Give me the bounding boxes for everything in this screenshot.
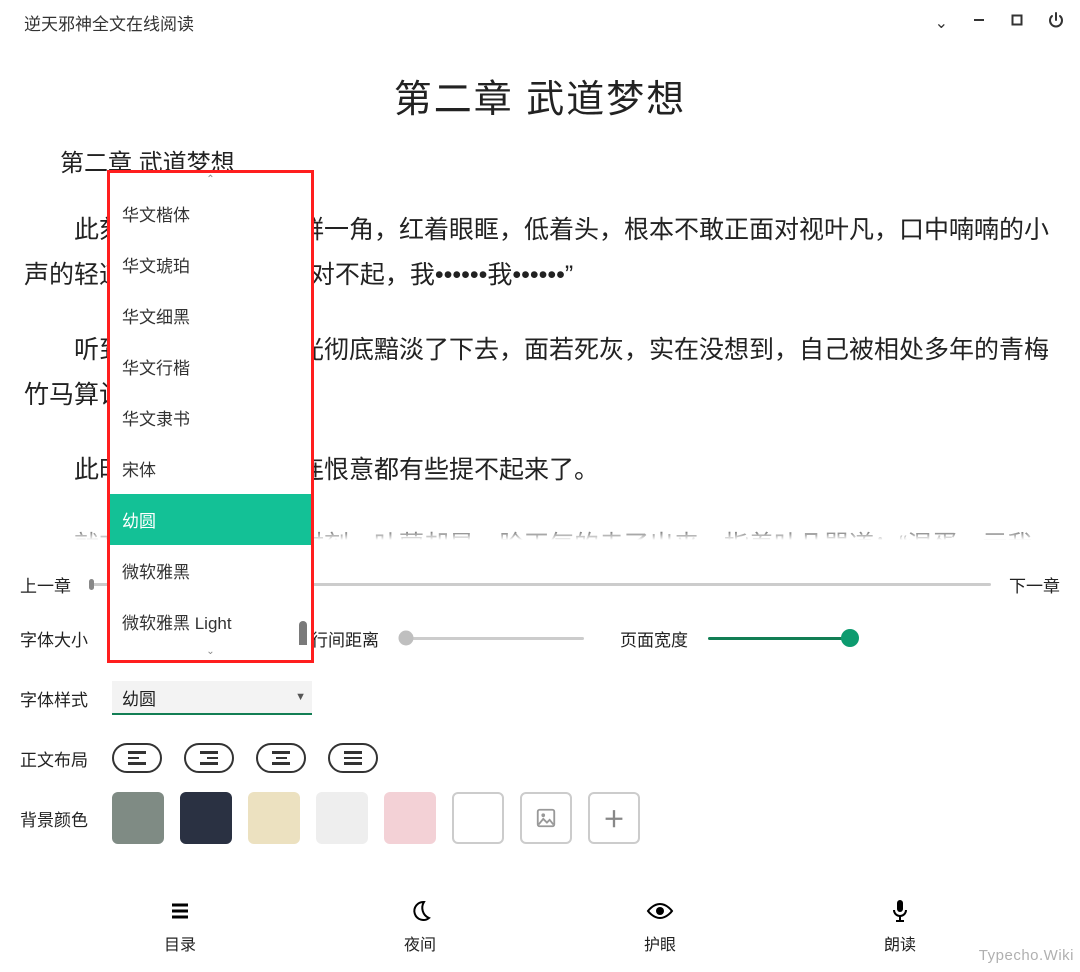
minimize-icon[interactable] (972, 13, 986, 32)
bg-swatch-3[interactable] (248, 792, 300, 844)
pagewidth-slider[interactable] (708, 637, 850, 640)
fontsize-label: 字体大小 (20, 626, 112, 651)
layout-align-justify[interactable] (328, 743, 378, 773)
bottom-tabs: 目录 夜间 护眼 朗读 (0, 886, 1080, 972)
font-option[interactable]: 华文细黑 (110, 290, 311, 341)
bg-swatch-add[interactable]: ＋ (588, 792, 640, 844)
font-select[interactable]: 幼圆 ▼ (112, 681, 312, 715)
window-controls: ⌄ (935, 11, 1064, 33)
layout-label: 正文布局 (20, 746, 112, 771)
bg-swatch-image[interactable] (520, 792, 572, 844)
titlebar: 逆天邪神全文在线阅读 ⌄ (0, 0, 1080, 44)
maximize-icon[interactable] (1010, 13, 1024, 32)
font-option-selected[interactable]: 幼圆 (110, 494, 311, 545)
tab-label: 护眼 (644, 931, 676, 955)
font-option[interactable]: 微软雅黑 (110, 545, 311, 596)
window-title: 逆天邪神全文在线阅读 (24, 10, 194, 35)
font-option[interactable]: 华文琥珀 (110, 239, 311, 290)
bg-swatch-2[interactable] (180, 792, 232, 844)
tab-night[interactable]: 夜间 (300, 886, 540, 966)
prev-chapter-button[interactable]: 上一章 (20, 572, 71, 597)
layout-align-right[interactable] (184, 743, 234, 773)
bg-swatch-6[interactable] (452, 792, 504, 844)
tab-toc[interactable]: 目录 (60, 886, 300, 966)
bg-swatch-4[interactable] (316, 792, 368, 844)
layout-align-center[interactable] (256, 743, 306, 773)
tab-label: 夜间 (404, 931, 436, 955)
dropdown-icon[interactable]: ⌄ (935, 11, 948, 33)
chapter-title: 第二章 武道梦想 (24, 68, 1056, 123)
font-option[interactable]: 微软雅黑 Light (110, 596, 311, 645)
linespace-label: 行间距离 (311, 626, 399, 651)
dropdown-list: 华文楷体 华文琥珀 华文细黑 华文行楷 华文隶书 宋体 幼圆 微软雅黑 微软雅黑… (110, 188, 311, 645)
tab-label: 目录 (164, 931, 196, 955)
bgcolor-label: 背景颜色 (20, 806, 112, 831)
mic-icon (888, 897, 912, 925)
bg-swatch-1[interactable] (112, 792, 164, 844)
next-chapter-button[interactable]: 下一章 (1009, 572, 1060, 597)
fontstyle-label: 字体样式 (20, 686, 112, 711)
font-select-value: 幼圆 (122, 685, 156, 710)
font-option[interactable]: 华文行楷 (110, 341, 311, 392)
power-icon[interactable] (1048, 12, 1064, 33)
linespace-slider[interactable] (399, 637, 584, 640)
font-option[interactable]: 华文楷体 (110, 188, 311, 239)
tab-label: 朗读 (884, 931, 916, 955)
font-dropdown[interactable]: ⌃ 华文楷体 华文琥珀 华文细黑 华文行楷 华文隶书 宋体 幼圆 微软雅黑 微软… (107, 170, 314, 663)
layout-align-left[interactable] (112, 743, 162, 773)
pagewidth-label: 页面宽度 (620, 626, 708, 651)
menu-icon (168, 897, 192, 925)
font-option[interactable]: 宋体 (110, 443, 311, 494)
dropdown-scroll-up[interactable]: ⌃ (110, 173, 311, 188)
eye-icon (646, 897, 674, 925)
tab-eye[interactable]: 护眼 (540, 886, 780, 966)
moon-icon (408, 897, 432, 925)
watermark: Typecho.Wiki (979, 947, 1074, 964)
font-option[interactable]: 华文隶书 (110, 392, 311, 443)
bg-swatch-5[interactable] (384, 792, 436, 844)
dropdown-scrollbar[interactable] (299, 621, 307, 645)
dropdown-triangle-icon: ▼ (295, 691, 306, 703)
dropdown-scroll-down[interactable]: ⌄ (110, 645, 311, 660)
